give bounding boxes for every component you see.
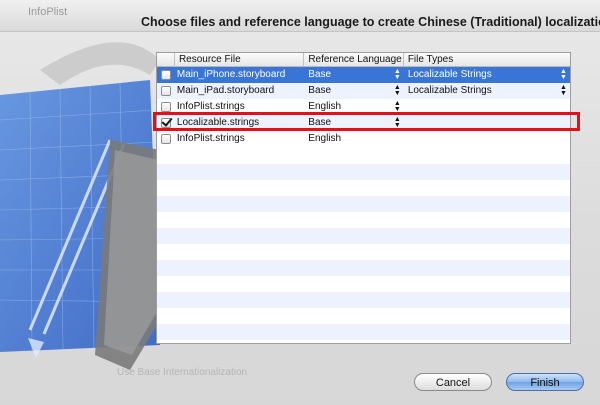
finish-button[interactable]: Finish bbox=[506, 373, 584, 391]
resource-file-cell: Main_iPad.storyboard bbox=[176, 85, 275, 96]
file-type-value: Localizable Strings bbox=[407, 69, 492, 80]
resource-file-cell: InfoPlist.strings bbox=[176, 133, 245, 144]
column-header-checkbox[interactable] bbox=[157, 53, 175, 67]
table-header: Resource File Reference Language File Ty… bbox=[157, 53, 570, 67]
table-empty-area bbox=[157, 148, 570, 343]
base-internationalization-option: Use Base Internationalization bbox=[117, 367, 248, 378]
table-row[interactable]: Main_iPad.storyboard Base ▲ ▼ Localizable St… bbox=[157, 83, 570, 99]
up-down-chevron-icon: ▲ ▼ bbox=[393, 68, 401, 81]
reference-language-value: Base bbox=[308, 69, 332, 80]
localization-file-table[interactable]: Resource File Reference Language File Ty… bbox=[156, 52, 571, 344]
file-type-popup[interactable]: Localizable Strings ▲ ▼ bbox=[404, 67, 570, 83]
table-row[interactable]: Main_iPhone.storyboard Base ▲ ▼ Localizable … bbox=[157, 67, 570, 83]
xcode-blueprint-icon bbox=[0, 42, 160, 370]
column-header-reference-language[interactable]: Reference Language bbox=[304, 53, 404, 67]
file-type-value: Localizable Strings bbox=[407, 85, 492, 96]
up-down-chevron-icon: ▲ ▼ bbox=[560, 84, 567, 97]
resource-file-cell: Main_iPhone.storyboard bbox=[176, 69, 286, 80]
column-header-file-types[interactable]: File Types bbox=[404, 53, 570, 67]
reference-language-value: Base bbox=[308, 85, 332, 96]
column-header-resource-file[interactable]: Resource File bbox=[175, 53, 305, 67]
reference-language-popup: English bbox=[304, 131, 404, 147]
reference-language-value: English bbox=[308, 133, 342, 144]
table-rows: Main_iPhone.storyboard Base ▲ ▼ Localizable … bbox=[157, 67, 570, 147]
reference-language-popup[interactable]: Base ▲ ▼ bbox=[304, 83, 404, 99]
checkbox-icon[interactable] bbox=[160, 86, 171, 96]
checkbox-icon[interactable] bbox=[160, 102, 171, 112]
table-row[interactable]: InfoPlist.strings English bbox=[157, 131, 570, 147]
cancel-button[interactable]: Cancel bbox=[414, 373, 492, 391]
checkbox-icon[interactable] bbox=[160, 70, 171, 80]
reference-language-value: English bbox=[308, 101, 342, 112]
sheet-title: Choose files and reference language to c… bbox=[141, 15, 600, 29]
up-down-chevron-icon: ▲ ▼ bbox=[560, 68, 567, 81]
row-checkbox-cell bbox=[157, 131, 175, 147]
row-checkbox-cell bbox=[157, 83, 175, 99]
row-checkbox-cell bbox=[157, 67, 175, 83]
file-type-popup[interactable]: Localizable Strings ▲ ▼ bbox=[404, 83, 570, 99]
checkbox-icon[interactable] bbox=[160, 134, 171, 144]
file-type-popup bbox=[404, 131, 570, 147]
up-down-chevron-icon: ▲ ▼ bbox=[393, 84, 401, 97]
reference-language-popup[interactable]: Base ▲ ▼ bbox=[304, 67, 404, 83]
localizable-strings-highlight bbox=[153, 112, 580, 131]
